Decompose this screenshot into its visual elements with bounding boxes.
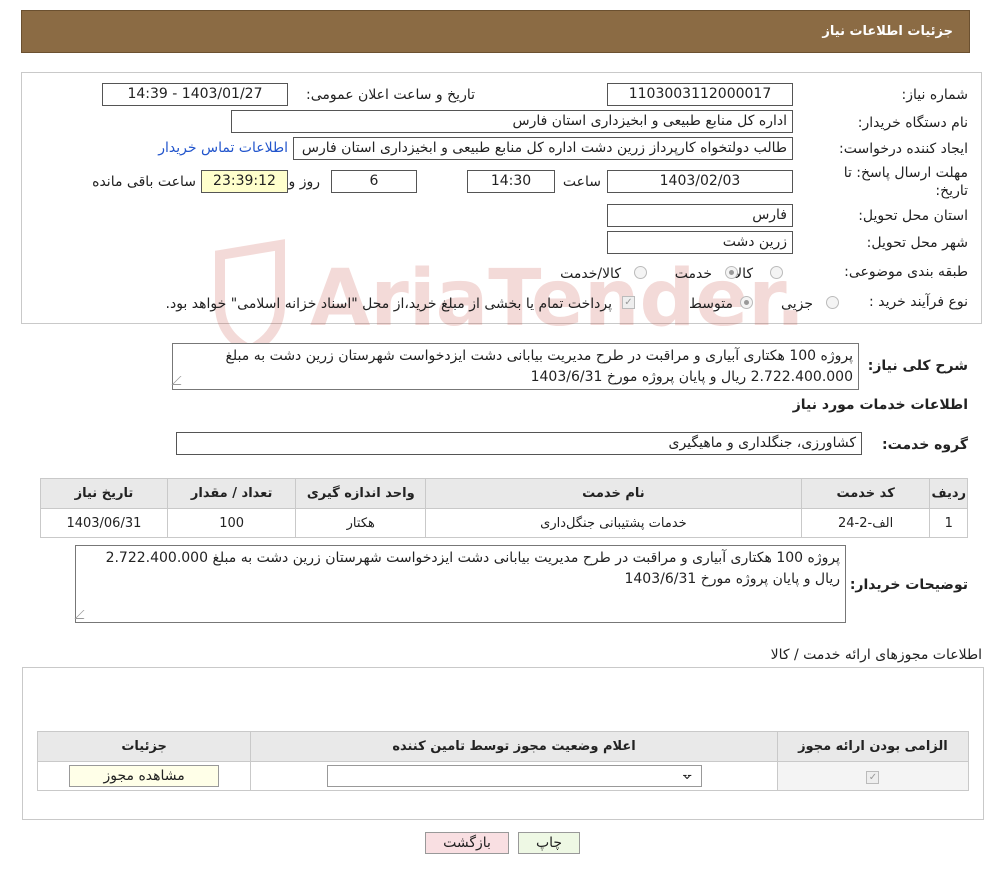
table-row: 1 الف-2-24 خدمات پشتیبانی جنگل‌داری هکتا… — [40, 508, 968, 538]
cell-permit-details: مشاهده مجوز — [36, 761, 252, 791]
permit-status-select[interactable]: ⌄ -- — [326, 765, 702, 787]
description-textarea[interactable]: پروژه 100 هکتاری آبیاری و مراقبت در طرح … — [172, 343, 859, 390]
service-group-label: گروه خدمت: — [882, 437, 968, 453]
process-radio-medium[interactable] — [740, 296, 753, 309]
city-field[interactable]: زرین دشت — [607, 231, 793, 254]
process-option-minor: جزیی — [781, 296, 813, 312]
city-label: شهر محل تحویل: — [866, 235, 968, 251]
col-unit: واحد اندازه گیری — [295, 478, 427, 509]
cell-service-name: خدمات پشتیبانی جنگل‌داری — [425, 508, 802, 538]
deadline-time-field[interactable]: 14:30 — [467, 170, 555, 193]
table-row: ✓ ⌄ -- مشاهده مجوز — [36, 761, 970, 791]
cell-need-date: 1403/06/31 — [40, 508, 168, 538]
category-option-goods-service: کالا/خدمت — [560, 266, 621, 282]
remaining-label: ساعت باقی مانده — [92, 174, 196, 190]
back-button[interactable]: بازگشت — [425, 832, 509, 854]
days-field[interactable]: 6 — [331, 170, 417, 193]
col-need-date: تاریخ نیاز — [40, 478, 168, 509]
province-label: استان محل تحویل: — [858, 208, 968, 224]
province-field[interactable]: فارس — [607, 204, 793, 227]
permits-title: اطلاعات مجوزهای ارائه خدمت / کالا — [770, 647, 982, 663]
creator-label: ایجاد کننده درخواست: — [839, 141, 968, 157]
col-service-code: کد خدمت — [800, 478, 931, 509]
treasury-checkbox[interactable]: ✓ — [622, 296, 635, 309]
services-header-row: ردیف کد خدمت نام خدمت واحد اندازه گیری ت… — [40, 478, 968, 509]
page-header: جزئیات اطلاعات نیاز — [21, 10, 970, 53]
cell-quantity: 100 — [166, 508, 297, 538]
permits-table: الزامی بودن ارائه مجوز اعلام وضعیت مجوز … — [36, 731, 970, 791]
permits-header-row: الزامی بودن ارائه مجوز اعلام وضعیت مجوز … — [36, 731, 970, 762]
deadline-date-field[interactable]: 1403/02/03 — [607, 170, 793, 193]
announce-date-field[interactable]: 1403/01/27 - 14:39 — [102, 83, 288, 106]
creator-field[interactable]: طالب دولتخواه کارپرداز زرین دشت اداره کل… — [293, 137, 793, 160]
category-option-service: خدمت — [674, 266, 712, 282]
category-radio-service[interactable] — [725, 266, 738, 279]
services-table: ردیف کد خدمت نام خدمت واحد اندازه گیری ت… — [40, 478, 968, 538]
cell-service-code: الف-2-24 — [800, 508, 931, 538]
buyer-contact-link[interactable]: اطلاعات تماس خریدار — [158, 140, 288, 156]
buyer-org-label: نام دستگاه خریدار: — [857, 115, 968, 131]
print-button[interactable]: چاپ — [518, 832, 580, 854]
cell-permit-required: ✓ — [776, 761, 970, 791]
permit-required-checkbox[interactable]: ✓ — [866, 770, 880, 784]
need-number-label: شماره نیاز: — [901, 87, 969, 103]
col-permit-status: اعلام وضعیت مجوز توسط تامین کننده — [250, 731, 778, 762]
category-radio-goods[interactable] — [770, 266, 783, 279]
cell-unit: هکتار — [295, 508, 427, 538]
services-title: اطلاعات خدمات مورد نیاز — [792, 397, 968, 413]
buyer-notes-textarea[interactable]: پروژه 100 هکتاری آبیاری و مراقبت در طرح … — [75, 545, 846, 623]
permit-status-value: -- — [682, 768, 692, 783]
process-type-label: نوع فرآیند خرید : — [869, 294, 968, 310]
col-quantity: تعداد / مقدار — [166, 478, 297, 509]
buyer-org-field[interactable]: اداره کل منابع طبیعی و ابخیزداری استان ف… — [231, 110, 793, 133]
process-option-medium: متوسط — [689, 296, 733, 312]
category-radio-goods-service[interactable] — [634, 266, 647, 279]
col-service-name: نام خدمت — [425, 478, 802, 509]
days-label: روز و — [288, 174, 321, 190]
process-radio-minor[interactable] — [826, 296, 839, 309]
description-text: پروژه 100 هکتاری آبیاری و مراقبت در طرح … — [225, 348, 853, 385]
view-permit-button[interactable]: مشاهده مجوز — [69, 765, 220, 787]
page-title: جزئیات اطلاعات نیاز — [822, 24, 953, 39]
buyer-notes-text: پروژه 100 هکتاری آبیاری و مراقبت در طرح … — [105, 550, 840, 587]
description-label: شرح کلی نیاز: — [867, 358, 968, 374]
need-number-field[interactable]: 1103003112000017 — [607, 83, 793, 106]
service-group-field[interactable]: کشاورزی، جنگلداری و ماهیگیری — [176, 432, 862, 455]
deadline-label-date: تاریخ: — [935, 183, 968, 199]
col-permit-details: جزئیات — [36, 731, 252, 762]
cell-permit-status: ⌄ -- — [250, 761, 778, 791]
remaining-time-field: 23:39:12 — [201, 170, 288, 193]
deadline-label: مهلت ارسال پاسخ: تا — [843, 165, 968, 181]
payment-note: پرداخت تمام یا بخشی از مبلغ خرید،از محل … — [165, 296, 612, 312]
announce-date-label: تاریخ و ساعت اعلان عمومی: — [306, 87, 475, 103]
category-label: طبقه بندی موضوعی: — [844, 264, 968, 280]
col-row-number: ردیف — [929, 478, 968, 509]
cell-row-number: 1 — [929, 508, 968, 538]
buyer-notes-label: توضیحات خریدار: — [849, 577, 968, 593]
col-permit-required: الزامی بودن ارائه مجوز — [776, 731, 970, 762]
deadline-time-label: ساعت — [562, 174, 601, 190]
